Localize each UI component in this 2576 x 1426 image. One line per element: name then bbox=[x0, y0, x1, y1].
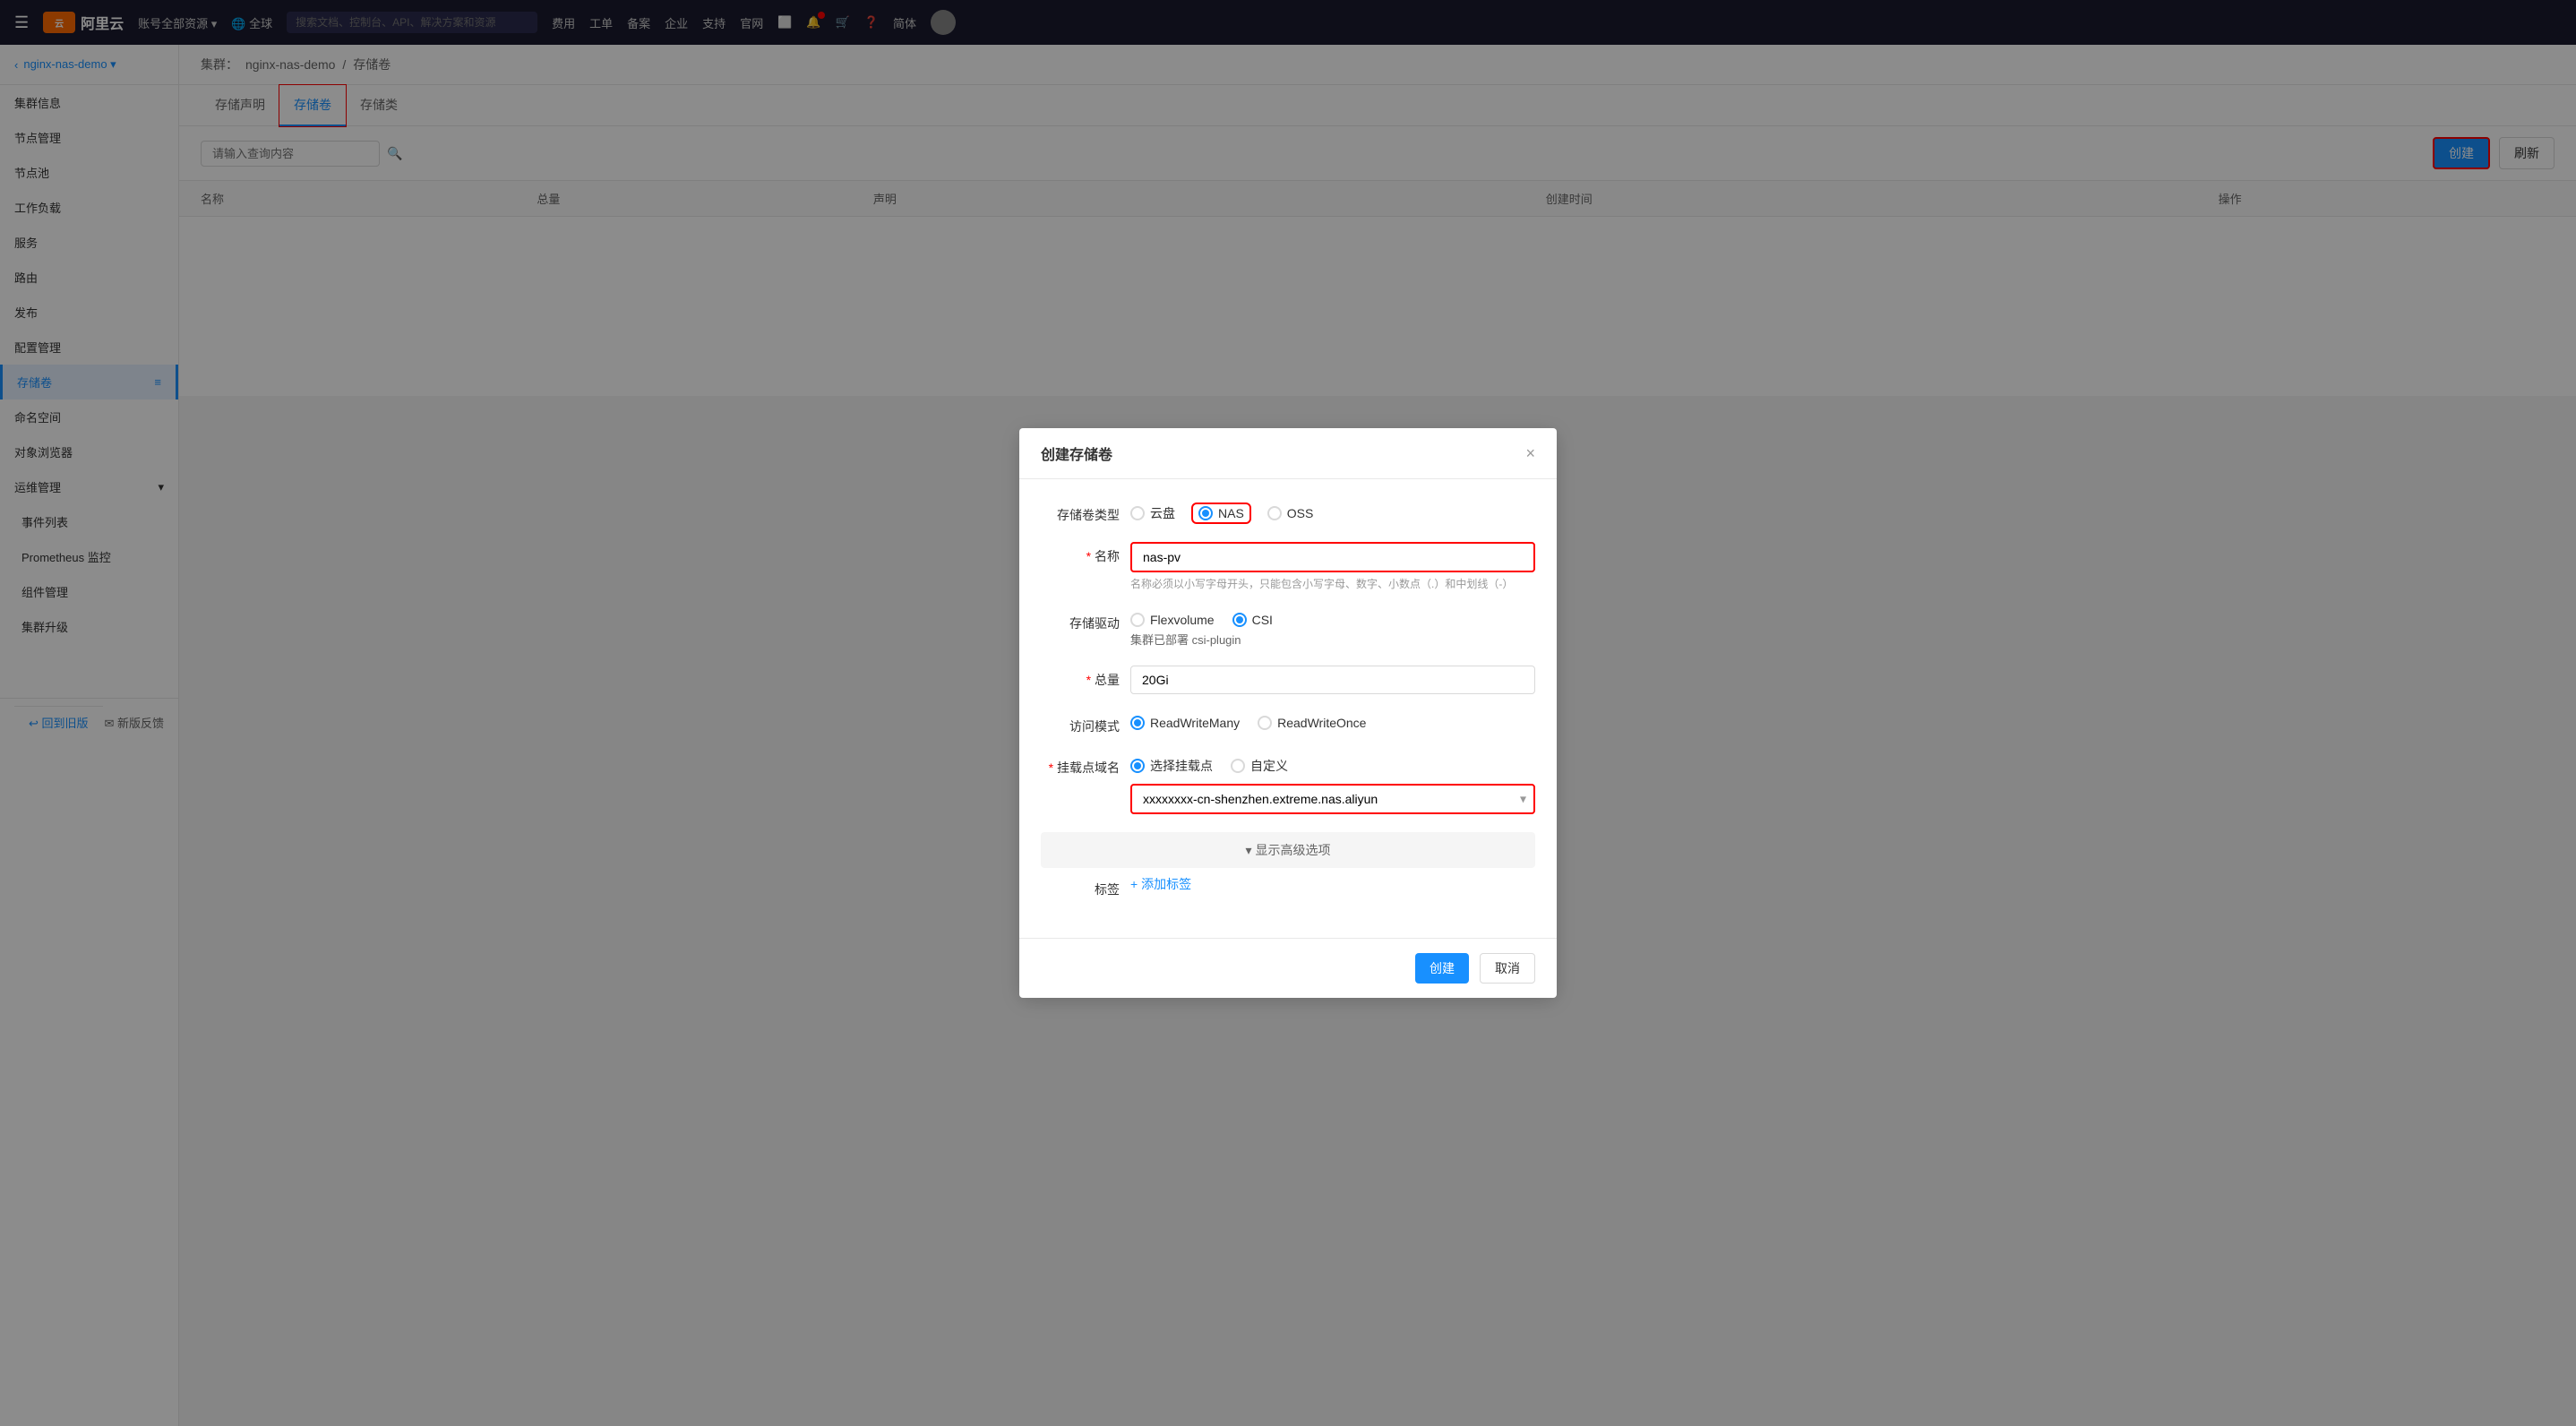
name-hint: 名称必须以小写字母开头，只能包含小写字母、数字、小数点（.）和中划线（-） bbox=[1130, 576, 1535, 591]
oss-label: OSS bbox=[1287, 506, 1314, 520]
mount-option-group: 选择挂载点 自定义 bbox=[1130, 753, 1535, 775]
modal-overlay[interactable]: 创建存储卷 × 存储卷类型 云盘 bbox=[0, 0, 2576, 1426]
flexvolume-radio[interactable] bbox=[1130, 613, 1145, 627]
driver-flexvolume[interactable]: Flexvolume bbox=[1130, 613, 1215, 627]
driver-control: Flexvolume CSI 集群已部署 csi-plugin bbox=[1130, 609, 1535, 648]
modal-footer: 创建 取消 bbox=[1019, 938, 1557, 998]
tags-label: 标签 bbox=[1041, 875, 1130, 898]
name-control: 名称必须以小写字母开头，只能包含小写字母、数字、小数点（.）和中划线（-） bbox=[1130, 542, 1535, 591]
storage-type-nas[interactable]: NAS bbox=[1193, 504, 1249, 522]
name-row: 名称 名称必须以小写字母开头，只能包含小写字母、数字、小数点（.）和中划线（-） bbox=[1041, 542, 1535, 591]
driver-csi[interactable]: CSI bbox=[1232, 613, 1273, 627]
nas-label: NAS bbox=[1218, 506, 1244, 520]
modal-create-button[interactable]: 创建 bbox=[1415, 953, 1469, 984]
storage-type-oss[interactable]: OSS bbox=[1267, 506, 1314, 520]
capacity-label: 总量 bbox=[1041, 666, 1130, 689]
create-storage-modal: 创建存储卷 × 存储卷类型 云盘 bbox=[1019, 428, 1557, 998]
modal-title: 创建存储卷 bbox=[1041, 442, 1112, 464]
name-input[interactable] bbox=[1130, 542, 1535, 572]
tags-row: 标签 + 添加标签 bbox=[1041, 875, 1535, 898]
mount-custom[interactable]: 自定义 bbox=[1231, 757, 1288, 775]
mount-select-radio[interactable] bbox=[1130, 759, 1145, 773]
mount-select-wrap: xxxxxxxx-cn-shenzhen.extreme.nas.aliyun bbox=[1130, 784, 1535, 814]
mount-control: 选择挂载点 自定义 xxxxxxxx-cn-shenzhen.extreme.n… bbox=[1130, 753, 1535, 814]
driver-label: 存储驱动 bbox=[1041, 609, 1130, 632]
csi-radio[interactable] bbox=[1232, 613, 1247, 627]
yunpan-label: 云盘 bbox=[1150, 504, 1175, 522]
modal-body: 存储卷类型 云盘 NAS bbox=[1019, 479, 1557, 938]
storage-type-control: 云盘 NAS OSS bbox=[1130, 501, 1535, 522]
yunpan-radio[interactable] bbox=[1130, 506, 1145, 520]
csi-label: CSI bbox=[1252, 613, 1273, 627]
modal-header: 创建存储卷 × bbox=[1019, 428, 1557, 479]
access-mode-radio-group: ReadWriteMany ReadWriteOnce bbox=[1130, 712, 1535, 730]
mount-select[interactable]: 选择挂载点 bbox=[1130, 757, 1213, 775]
mount-label: 挂载点域名 bbox=[1041, 753, 1130, 777]
storage-type-label: 存储卷类型 bbox=[1041, 501, 1130, 524]
add-tag-button[interactable]: + 添加标签 bbox=[1130, 875, 1535, 893]
mount-dropdown[interactable]: xxxxxxxx-cn-shenzhen.extreme.nas.aliyun bbox=[1130, 784, 1535, 814]
rwm-label: ReadWriteMany bbox=[1150, 716, 1240, 730]
access-rwm[interactable]: ReadWriteMany bbox=[1130, 716, 1240, 730]
access-mode-row: 访问模式 ReadWriteMany ReadWriteOnce bbox=[1041, 712, 1535, 735]
access-rwo[interactable]: ReadWriteOnce bbox=[1258, 716, 1366, 730]
modal-cancel-button[interactable]: 取消 bbox=[1480, 953, 1535, 984]
storage-type-row: 存储卷类型 云盘 NAS bbox=[1041, 501, 1535, 524]
cluster-note: 集群已部署 csi-plugin bbox=[1130, 631, 1535, 648]
rwo-radio[interactable] bbox=[1258, 716, 1272, 730]
rwo-label: ReadWriteOnce bbox=[1277, 716, 1366, 730]
storage-type-yunpan[interactable]: 云盘 bbox=[1130, 504, 1175, 522]
oss-radio[interactable] bbox=[1267, 506, 1282, 520]
mount-select-label: 选择挂载点 bbox=[1150, 757, 1213, 775]
access-mode-control: ReadWriteMany ReadWriteOnce bbox=[1130, 712, 1535, 730]
advanced-options-toggle[interactable]: ▾ 显示高级选项 bbox=[1041, 832, 1535, 868]
name-label: 名称 bbox=[1041, 542, 1130, 565]
driver-row: 存储驱动 Flexvolume CSI bbox=[1041, 609, 1535, 648]
mount-custom-radio[interactable] bbox=[1231, 759, 1245, 773]
capacity-row: 总量 bbox=[1041, 666, 1535, 694]
nas-radio[interactable] bbox=[1198, 506, 1213, 520]
mount-row: 挂载点域名 选择挂载点 自定义 bbox=[1041, 753, 1535, 814]
capacity-input[interactable] bbox=[1130, 666, 1535, 694]
tags-control: + 添加标签 bbox=[1130, 875, 1535, 893]
flexvolume-label: Flexvolume bbox=[1150, 613, 1215, 627]
modal-close-button[interactable]: × bbox=[1525, 444, 1535, 463]
driver-radio-group: Flexvolume CSI bbox=[1130, 609, 1535, 627]
access-mode-label: 访问模式 bbox=[1041, 712, 1130, 735]
capacity-control bbox=[1130, 666, 1535, 694]
storage-type-radio-group: 云盘 NAS OSS bbox=[1130, 501, 1535, 522]
rwm-radio[interactable] bbox=[1130, 716, 1145, 730]
mount-custom-label: 自定义 bbox=[1250, 757, 1288, 775]
